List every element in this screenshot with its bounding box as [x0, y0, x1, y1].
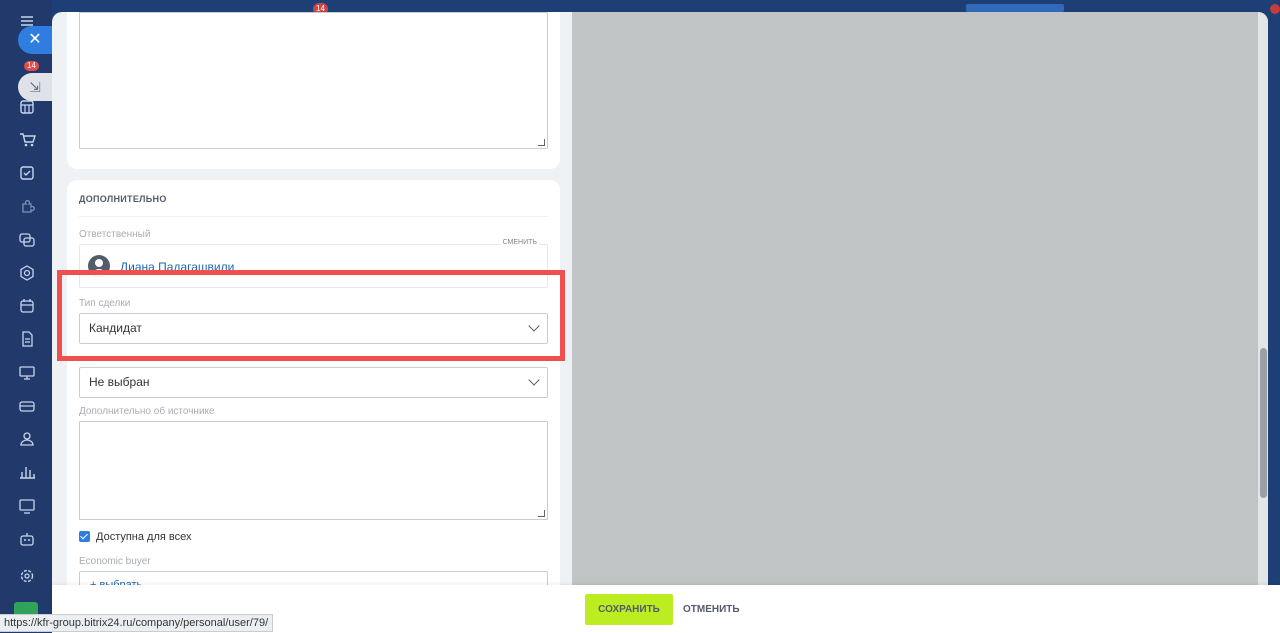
resize-handle[interactable]	[538, 139, 545, 146]
change-responsible-link[interactable]: СМЕНИТЬ	[500, 239, 539, 246]
calendar-icon[interactable]	[18, 297, 36, 315]
comment-textarea[interactable]	[79, 12, 548, 149]
status-bar-url: https://kfr-group.bitrix24.ru/company/pe…	[0, 614, 274, 632]
document-icon[interactable]	[18, 330, 36, 348]
app-icon[interactable]	[14, 602, 38, 614]
source-value: Не выбран	[89, 375, 150, 389]
side-area	[572, 12, 1268, 585]
divider	[79, 216, 548, 217]
cancel-button[interactable]: ОТМЕНИТЬ	[683, 594, 740, 625]
monitor-icon[interactable]	[18, 497, 36, 515]
economic-buyer-label: Economic buyer	[79, 556, 151, 567]
topbar-button[interactable]	[966, 4, 1064, 12]
chart-icon[interactable]	[18, 463, 36, 481]
hexagon-icon[interactable]	[18, 264, 36, 282]
responsible-label: Ответственный	[79, 229, 151, 240]
source-extra-textarea[interactable]	[79, 421, 548, 520]
chat-icon[interactable]	[18, 231, 36, 249]
card-icon[interactable]	[18, 397, 36, 415]
save-button[interactable]: СОХРАНИТЬ	[585, 594, 673, 625]
scrollbar-thumb[interactable]	[1260, 348, 1267, 498]
available-all-label[interactable]: Доступна для всех	[96, 531, 192, 543]
source-select[interactable]: Не выбран	[79, 367, 548, 398]
chevron-down-icon	[528, 374, 540, 386]
highlight-frame	[57, 270, 565, 361]
task-icon[interactable]	[18, 164, 36, 182]
source-extra-label: Дополнительно об источнике	[79, 406, 215, 417]
gear-icon[interactable]	[18, 567, 36, 585]
users-icon[interactable]	[18, 430, 36, 448]
top-card	[67, 12, 560, 169]
presentation-icon[interactable]	[18, 364, 36, 382]
section-title: ДОПОЛНИТЕЛЬНО	[79, 194, 167, 204]
resize-handle[interactable]	[538, 510, 545, 517]
sidebar-badge: 14	[24, 61, 39, 71]
additional-section: ДОПОЛНИТЕЛЬНО Ответственный СМЕНИТЬ Диан…	[67, 180, 560, 633]
minimize-slider-button[interactable]: ⇲	[18, 73, 52, 101]
available-all-checkbox[interactable]	[79, 531, 90, 542]
scrollbar[interactable]	[1258, 12, 1268, 585]
robot-icon[interactable]	[18, 530, 36, 548]
close-slider-button[interactable]: ✕	[18, 26, 52, 54]
cart-icon[interactable]	[18, 131, 36, 149]
topbar-indicator	[1270, 4, 1280, 14]
puzzle-icon[interactable]	[18, 198, 36, 216]
